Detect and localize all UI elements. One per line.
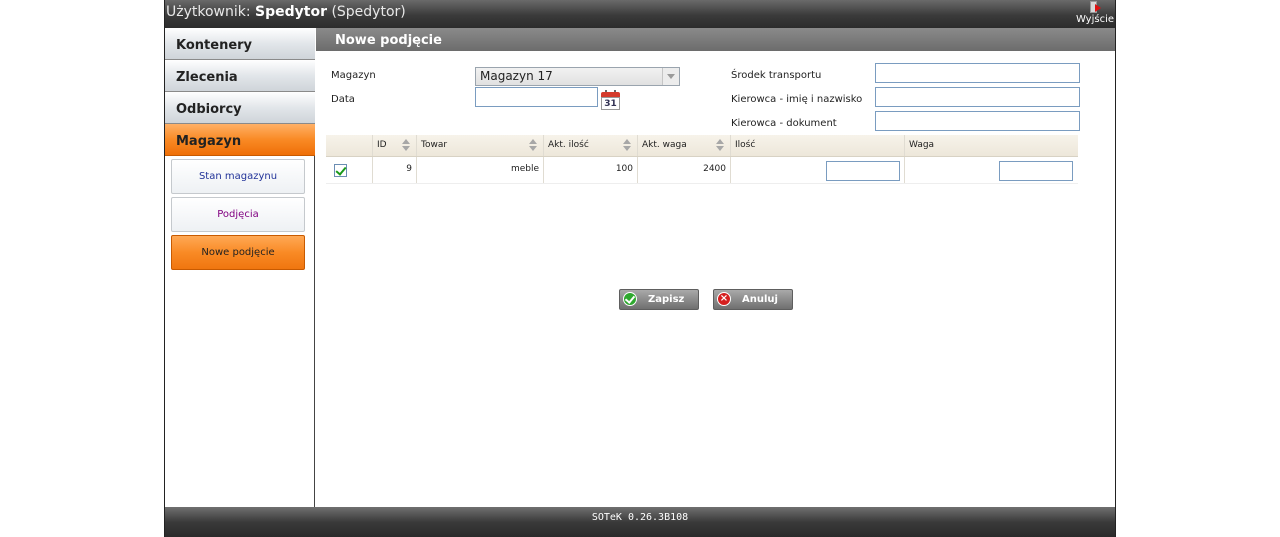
col-towar-label: Towar [421,140,448,150]
sort-icon [623,139,632,153]
data-label: Data [331,94,355,105]
user-prefix: Użytkownik: [166,4,256,20]
ilosc-cell [730,157,904,183]
col-header-towar[interactable]: Towar [416,135,543,156]
akt-ilosc-cell: 100 [543,157,637,183]
items-table: ID Towar Akt. ilość Akt. waga Ilość Waga… [326,135,1078,184]
srodek-transportu-label: Środek transportu [731,70,822,81]
user-info: Użytkownik: Spedytor (Spedytor) [166,4,406,20]
sort-icon [402,139,411,153]
sort-icon [716,139,725,153]
logout-label: Wyjście [1075,14,1115,25]
sidebar-submenu: Stan magazynu Podjęcia Nowe podjęcie [165,156,314,270]
sidebar: Kontenery Zlecenia Odbiorcy Magazyn Stan… [165,28,315,507]
main-panel: Nowe podjęcie Magazyn Magazyn 17 Data 31… [316,28,1115,507]
footer: SOTeK 0.26.3B108 [165,507,1115,537]
sidebar-item-zlecenia[interactable]: Zlecenia [165,60,315,92]
save-button[interactable]: Zapisz [619,289,699,310]
akt-waga-cell: 2400 [637,157,730,183]
submenu-nowe-podjecie[interactable]: Nowe podjęcie [171,235,305,270]
cancel-button-label: Anuluj [742,294,778,305]
col-akt-waga-label: Akt. waga [642,140,687,150]
check-icon [623,292,637,306]
top-bar: Użytkownik: Spedytor (Spedytor) Wyjście [165,0,1115,28]
exit-icon [1089,1,1101,14]
col-header-ilosc: Ilość [730,135,904,156]
cancel-button[interactable]: × Anuluj [713,289,793,310]
waga-cell [904,157,1078,183]
towar-cell: meble [416,157,543,183]
magazyn-label: Magazyn [331,70,376,81]
chevron-down-icon [662,68,679,85]
magazyn-select[interactable]: Magazyn 17 [475,67,680,86]
col-id-label: ID [377,140,387,150]
col-header-select [326,135,372,156]
sidebar-item-magazyn[interactable]: Magazyn [165,124,315,156]
col-header-id[interactable]: ID [372,135,416,156]
close-icon: × [717,292,731,306]
sidebar-item-kontenery[interactable]: Kontenery [165,28,315,60]
table-header: ID Towar Akt. ilość Akt. waga Ilość Waga [326,135,1078,157]
dokument-label: Kierowca - dokument [731,118,837,129]
calendar-icon[interactable]: 31 [601,90,620,110]
submenu-stan-magazynu[interactable]: Stan magazynu [171,159,305,194]
app-window: Użytkownik: Spedytor (Spedytor) Wyjście … [164,0,1116,537]
kierowca-field[interactable] [875,87,1080,107]
col-header-akt-ilosc[interactable]: Akt. ilość [543,135,637,156]
row-checkbox[interactable] [334,164,347,177]
user-role: (Spedytor) [327,4,406,20]
srodek-transportu-field[interactable] [875,63,1080,83]
table-row: 9 meble 100 2400 [326,157,1078,184]
sidebar-item-odbiorcy[interactable]: Odbiorcy [165,92,315,124]
ilosc-input[interactable] [826,161,900,181]
submenu-podjecia[interactable]: Podjęcia [171,197,305,232]
select-cell [326,157,372,183]
save-button-label: Zapisz [648,294,685,305]
magazyn-selected-value: Magazyn 17 [480,69,553,83]
waga-input[interactable] [999,161,1073,181]
col-header-akt-waga[interactable]: Akt. waga [637,135,730,156]
page-title: Nowe podjęcie [316,28,1115,51]
data-field[interactable] [475,87,598,107]
col-akt-ilosc-label: Akt. ilość [548,140,589,150]
sort-icon [529,139,538,153]
version-text: SOTeK 0.26.3B108 [591,512,689,523]
logout-button[interactable]: Wyjście [1075,1,1115,27]
id-cell: 9 [372,157,416,183]
calendar-day: 31 [601,97,620,110]
user-name: Spedytor [255,4,327,20]
col-header-waga: Waga [904,135,1078,156]
dokument-field[interactable] [875,111,1080,131]
kierowca-label: Kierowca - imię i nazwisko [731,94,863,105]
